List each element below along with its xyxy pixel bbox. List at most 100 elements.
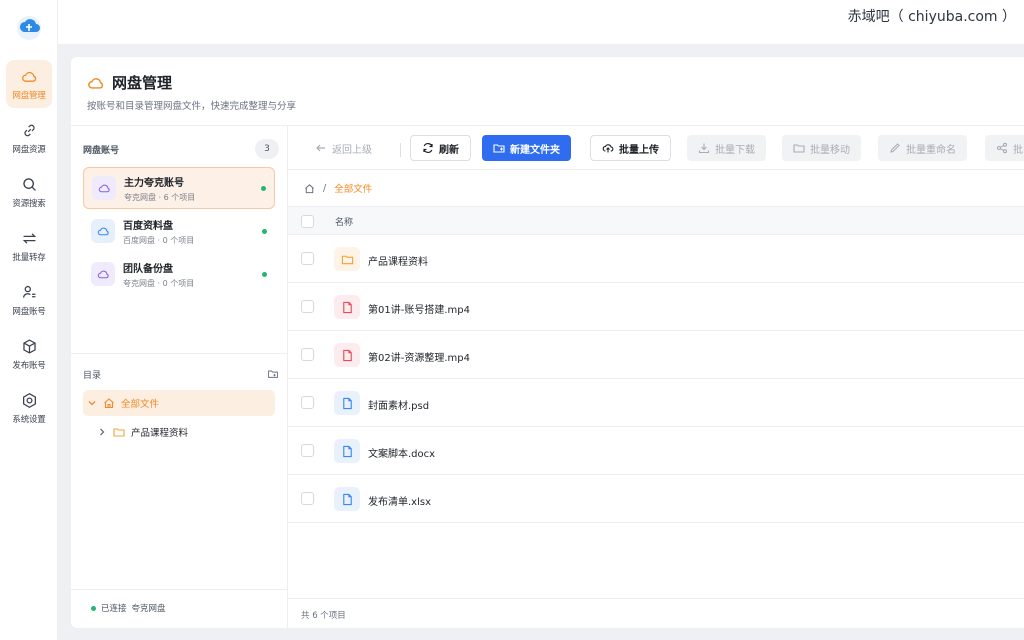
refresh-button-label: 刷新 (439, 144, 459, 156)
nav-label: 批量转存 (12, 252, 46, 263)
account-item-team-backup[interactable]: 团队备份盘 夸克网盘 · 0 个项目 (83, 253, 275, 295)
cloud-icon (91, 219, 115, 243)
refresh-icon (423, 142, 433, 154)
nav-item-system-settings[interactable]: 系统设置 (6, 384, 52, 432)
connection-status-text: 已连接 (101, 604, 127, 614)
table-row[interactable]: 第02讲-资源整理.mp4 (288, 331, 1024, 379)
row-checkbox[interactable] (301, 300, 314, 313)
nav-label: 发布账号 (12, 360, 46, 371)
page-subtitle: 按账号和目录管理网盘文件，快速完成整理与分享 (87, 101, 297, 112)
table-row[interactable]: 发布清单.xlsx (288, 475, 1024, 523)
chevron-down-icon (88, 401, 96, 406)
chevron-right-icon (100, 428, 105, 436)
batch-download-button[interactable]: 批量下载 (687, 135, 766, 161)
toolbar-separator (400, 143, 401, 157)
nav-label: 系统设置 (12, 414, 46, 425)
nav-item-drive-resources[interactable]: 网盘资源 (6, 114, 52, 162)
folder-plus-icon (493, 144, 505, 153)
nav-item-batch-transfer[interactable]: 批量转存 (6, 222, 52, 270)
batch-rename-button-label: 批量重命名 (906, 144, 956, 156)
file-icon (334, 487, 360, 511)
table-row[interactable]: 文案脚本.docx (288, 427, 1024, 475)
batch-move-button[interactable]: 批量移动 (782, 135, 861, 161)
select-all-checkbox[interactable] (301, 215, 314, 228)
account-panel: 网盘账号 3 主力夸克账号 夸克网盘 · 6 个项目 百度资料盘 百度网盘 · … (71, 126, 288, 628)
file-browser: 返回上级 刷新 新建文件夹 批量上传 批量下载 批量移动 批量重命名 批 / 全… (288, 126, 1024, 628)
connection-drive: 夸克网盘 (131, 604, 166, 614)
tree-label: 全部文件 (121, 399, 160, 410)
table-row[interactable]: 产品课程资料 (288, 235, 1024, 283)
table-row[interactable]: 封面素材.psd (288, 379, 1024, 427)
home-icon[interactable] (304, 183, 315, 194)
divider (71, 589, 287, 590)
table-header: 名称 (288, 206, 1024, 235)
share-icon (996, 142, 1008, 154)
nav-item-cloud-drive[interactable]: 网盘管理 (6, 60, 52, 108)
connection-status: 已连接 夸克网盘 (91, 602, 166, 614)
file-icon (334, 439, 360, 463)
main-card: 网盘管理 按账号和目录管理网盘文件，快速完成整理与分享 网盘账号 3 主力夸克账… (71, 57, 1024, 628)
batch-rename-button[interactable]: 批量重命名 (878, 135, 967, 161)
batch-upload-button[interactable]: 批量上传 (590, 135, 671, 161)
column-header-name[interactable]: 名称 (335, 215, 353, 228)
page-header: 网盘管理 按账号和目录管理网盘文件，快速完成整理与分享 (71, 57, 1024, 126)
nav-item-drive-accounts[interactable]: 网盘账号 (6, 276, 52, 324)
search-icon (22, 177, 36, 191)
cloud-icon (21, 71, 36, 82)
row-checkbox[interactable] (301, 492, 314, 505)
breadcrumb-separator: / (323, 182, 327, 194)
folder-icon (793, 144, 805, 153)
back-button-label: 返回上级 (332, 144, 372, 156)
app-logo[interactable] (15, 14, 43, 42)
batch-share-button[interactable]: 批 (985, 135, 1024, 161)
home-icon (104, 398, 114, 409)
file-icon (334, 295, 360, 319)
nav-label: 资源搜索 (12, 198, 46, 209)
nav-item-publish-accounts[interactable]: 发布账号 (6, 330, 52, 378)
accounts-title: 网盘账号 (83, 145, 120, 156)
item-count: 共 6 个项目 (301, 611, 346, 621)
refresh-button[interactable]: 刷新 (410, 135, 471, 161)
status-dot (262, 271, 267, 277)
row-checkbox[interactable] (301, 444, 314, 457)
account-item-baidu[interactable]: 百度资料盘 百度网盘 · 0 个项目 (83, 210, 275, 252)
table-row[interactable]: 第01讲-账号搭建.mp4 (288, 283, 1024, 331)
account-name: 百度资料盘 (123, 220, 173, 232)
top-header: 赤域吧（ chiyuba.com ） (58, 0, 1024, 44)
row-checkbox[interactable] (301, 252, 314, 265)
row-checkbox[interactable] (301, 396, 314, 409)
user-list-icon (22, 285, 35, 298)
file-name: 文案脚本.docx (368, 449, 436, 460)
left-nav-rail: 网盘管理 网盘资源 资源搜索 批量转存 网盘账号 发布账号 系统设置 (0, 0, 58, 640)
account-meta: 夸克网盘 · 6 个项目 (124, 192, 196, 202)
breadcrumb: / 全部文件 (304, 178, 372, 198)
account-name: 团队备份盘 (123, 263, 173, 275)
tree-item-all-files[interactable]: 全部文件 (83, 390, 275, 416)
link-icon (23, 124, 35, 136)
batch-move-button-label: 批量移动 (810, 144, 850, 156)
nav-label: 网盘资源 (12, 144, 46, 155)
new-folder-button[interactable]: 新建文件夹 (482, 135, 571, 161)
divider (71, 353, 287, 354)
cloud-icon (88, 77, 104, 89)
table-footer: 共 6 个项目 (288, 598, 1024, 628)
box-icon (22, 338, 36, 354)
file-name: 发布清单.xlsx (368, 497, 432, 508)
new-folder-button-label: 新建文件夹 (510, 144, 560, 156)
directory-title: 目录 (83, 370, 102, 381)
nav-item-resource-search[interactable]: 资源搜索 (6, 168, 52, 216)
file-name: 第01讲-账号搭建.mp4 (368, 305, 470, 316)
file-name: 产品课程资料 (368, 257, 428, 268)
breadcrumb-current[interactable]: 全部文件 (334, 181, 372, 195)
nav-label: 网盘账号 (12, 306, 46, 317)
account-item-quark-main[interactable]: 主力夸克账号 夸克网盘 · 6 个项目 (83, 167, 275, 209)
back-button[interactable]: 返回上级 (304, 135, 383, 161)
row-checkbox[interactable] (301, 348, 314, 361)
account-meta: 夸克网盘 · 0 个项目 (123, 278, 195, 288)
edit-icon (890, 143, 900, 153)
new-folder-icon[interactable] (267, 368, 279, 380)
nav-label: 网盘管理 (12, 90, 46, 101)
cloud-upload-icon (602, 144, 614, 153)
tree-item-product-course[interactable]: 产品课程资料 (93, 419, 285, 445)
cloud-icon (91, 262, 115, 286)
